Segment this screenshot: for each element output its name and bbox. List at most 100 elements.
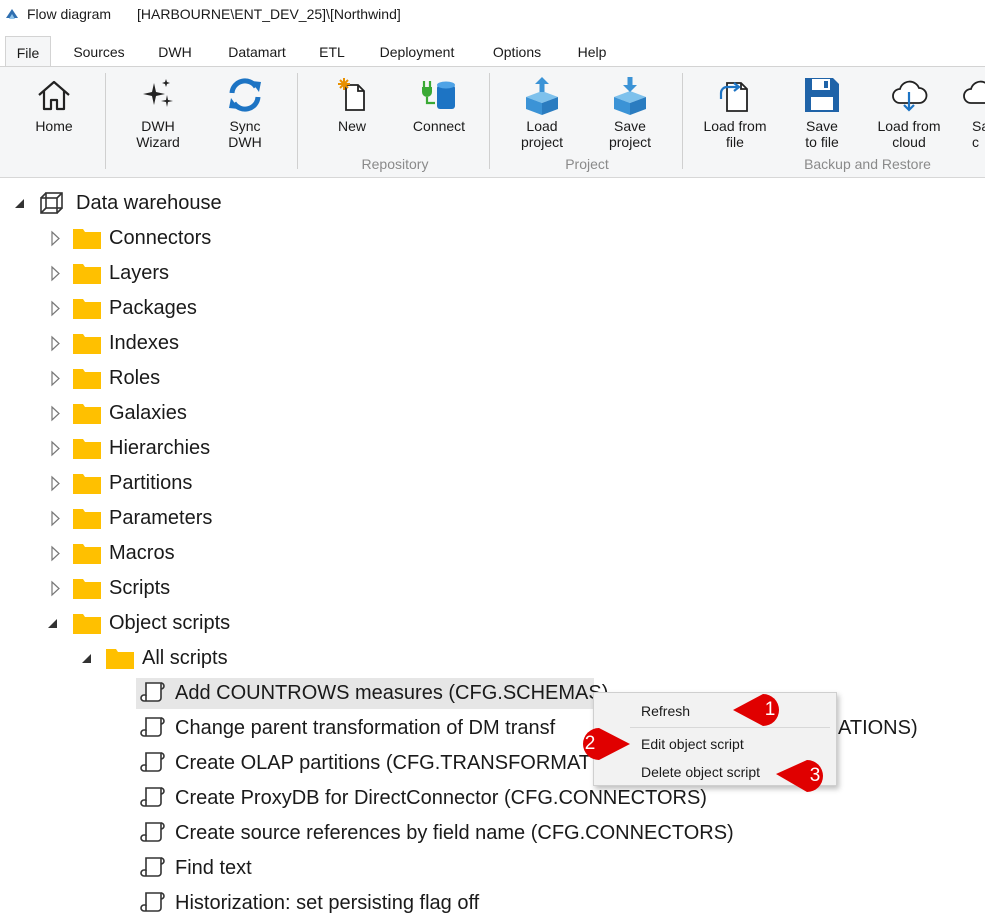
load-from-file-label-1: Load from xyxy=(703,118,767,134)
sync-dwh-label-2: DWH xyxy=(228,134,262,150)
menu-item-refresh[interactable]: Refresh xyxy=(595,699,835,723)
save-project-label-1: Save xyxy=(614,118,646,134)
ribbon: Home DWH Wizard Sync DWH New Connect Rep… xyxy=(0,66,985,178)
tree-node-label: Indexes xyxy=(109,332,180,354)
callout-marker-2: 2 xyxy=(566,724,630,764)
folder-icon xyxy=(73,579,101,599)
tree-node-label: Roles xyxy=(109,367,161,389)
tree-node-parameters[interactable]: Parameters xyxy=(0,501,400,536)
collapsed-arrow-icon[interactable] xyxy=(49,326,63,361)
tree-node-indexes[interactable]: Indexes xyxy=(0,326,400,361)
tree-node-all-scripts[interactable]: All scripts xyxy=(0,641,400,676)
tree-node-data-warehouse[interactable]: Data warehouse xyxy=(0,186,400,221)
load-from-cloud-button[interactable]: Load from cloud xyxy=(871,67,947,157)
tree-node-label: Connectors xyxy=(109,227,212,249)
collapsed-arrow-icon[interactable] xyxy=(49,466,63,501)
cube-icon xyxy=(40,192,63,214)
tree-node-label: Data warehouse xyxy=(76,192,222,214)
tree-node-scripts[interactable]: Scripts xyxy=(0,571,400,606)
tree-node-label: Parameters xyxy=(109,507,213,529)
group-label-backup-restore: Backup and Restore xyxy=(804,156,931,172)
tree-node-object-scripts[interactable]: Object scripts xyxy=(0,606,400,641)
connect-button[interactable]: Connect xyxy=(404,67,474,157)
tree-node-partitions[interactable]: Partitions xyxy=(0,466,400,501)
group-label-project: Project xyxy=(565,156,609,172)
folder-icon xyxy=(73,264,101,284)
folder-icon xyxy=(73,404,101,424)
expanded-arrow-icon[interactable] xyxy=(46,606,60,641)
ribbon-separator xyxy=(489,73,490,169)
script-scroll-icon xyxy=(140,752,165,772)
expanded-arrow-icon[interactable] xyxy=(13,186,27,221)
folder-icon xyxy=(73,334,101,354)
tab-etl[interactable]: ETL xyxy=(312,36,352,66)
tab-help[interactable]: Help xyxy=(568,36,616,66)
tab-datamart[interactable]: Datamart xyxy=(218,36,296,66)
script-name: Find text xyxy=(175,857,252,879)
cloud-upload-icon xyxy=(963,80,985,104)
floppy-disk-icon xyxy=(805,78,839,112)
tree-node-hierarchies[interactable]: Hierarchies xyxy=(0,431,400,466)
tree-node-roles[interactable]: Roles xyxy=(0,361,400,396)
expanded-arrow-icon[interactable] xyxy=(80,641,94,676)
menu-tabs: File Sources DWH Datamart ETL Deployment… xyxy=(0,36,985,67)
cloud-download-icon xyxy=(892,80,928,112)
collapsed-arrow-icon[interactable] xyxy=(49,361,63,396)
tab-dwh[interactable]: DWH xyxy=(150,36,200,66)
script-scroll-icon xyxy=(140,857,165,877)
tree-node-layers[interactable]: Layers xyxy=(0,256,400,291)
script-name: Historization: set persisting flag off xyxy=(175,892,480,914)
script-name-overflow: ATIONS) xyxy=(838,717,918,739)
script-item[interactable]: Historization: set persisting flag off xyxy=(0,886,800,920)
load-from-file-button[interactable]: Load from file xyxy=(697,67,773,157)
tree-node-macros[interactable]: Macros xyxy=(0,536,400,571)
menu-item-edit-object-script[interactable]: Edit object script xyxy=(595,732,835,756)
collapsed-arrow-icon[interactable] xyxy=(49,256,63,291)
dwh-wizard-label-1: DWH xyxy=(141,118,175,134)
folder-icon xyxy=(73,614,101,634)
load-project-button[interactable]: Load project xyxy=(512,67,572,157)
folder-icon xyxy=(106,649,134,669)
collapsed-arrow-icon[interactable] xyxy=(49,571,63,606)
tree-node-galaxies[interactable]: Galaxies xyxy=(0,396,400,431)
save-project-button[interactable]: Save project xyxy=(599,67,661,157)
tab-deployment[interactable]: Deployment xyxy=(368,36,466,66)
save-project-label-2: project xyxy=(608,134,652,150)
script-scroll-icon xyxy=(140,682,165,702)
script-item[interactable]: Find text xyxy=(0,851,800,886)
home-label: Home xyxy=(35,118,73,134)
callout-number: 2 xyxy=(584,733,596,754)
application-window: Flow diagram [HARBOURNE\ENT_DEV_25]\[Nor… xyxy=(0,0,985,920)
save-to-file-label-1: Save xyxy=(806,118,838,134)
load-from-cloud-label-2: cloud xyxy=(892,134,926,150)
tab-sources[interactable]: Sources xyxy=(66,36,132,66)
save-to-cloud-button[interactable]: Sa c xyxy=(960,67,985,157)
tab-file[interactable]: File xyxy=(5,36,51,67)
collapsed-arrow-icon[interactable] xyxy=(49,396,63,431)
tree-node-packages[interactable]: Packages xyxy=(0,291,400,326)
script-item[interactable]: Create ProxyDB for DirectConnector (CFG.… xyxy=(0,781,800,816)
tree-node-connectors[interactable]: Connectors xyxy=(0,221,400,256)
load-project-label-1: Load xyxy=(526,118,558,134)
collapsed-arrow-icon[interactable] xyxy=(49,431,63,466)
save-to-cloud-label-2: c xyxy=(972,134,979,150)
home-button[interactable]: Home xyxy=(24,67,84,157)
collapsed-arrow-icon[interactable] xyxy=(49,221,63,256)
save-to-file-button[interactable]: Save to file xyxy=(793,67,851,157)
collapsed-arrow-icon[interactable] xyxy=(49,291,63,326)
collapsed-arrow-icon[interactable] xyxy=(49,501,63,536)
tree-node-label: All scripts xyxy=(142,647,228,669)
script-item[interactable]: Create source references by field name (… xyxy=(0,816,800,851)
save-to-cloud-label-1: Sa xyxy=(972,118,985,134)
tree-node-label: Layers xyxy=(109,262,170,284)
sync-dwh-button[interactable]: Sync DWH xyxy=(214,67,276,157)
connect-label: Connect xyxy=(412,118,466,134)
tab-options[interactable]: Options xyxy=(482,36,552,66)
sync-dwh-label-1: Sync xyxy=(229,118,261,134)
new-button[interactable]: New xyxy=(322,67,382,157)
dwh-wizard-button[interactable]: DWH Wizard xyxy=(127,67,189,157)
tree-node-label: Galaxies xyxy=(109,402,187,424)
project-tree: Data warehouse Connectors Layers Packages I… xyxy=(0,178,985,920)
folder-icon xyxy=(73,474,101,494)
collapsed-arrow-icon[interactable] xyxy=(49,536,63,571)
